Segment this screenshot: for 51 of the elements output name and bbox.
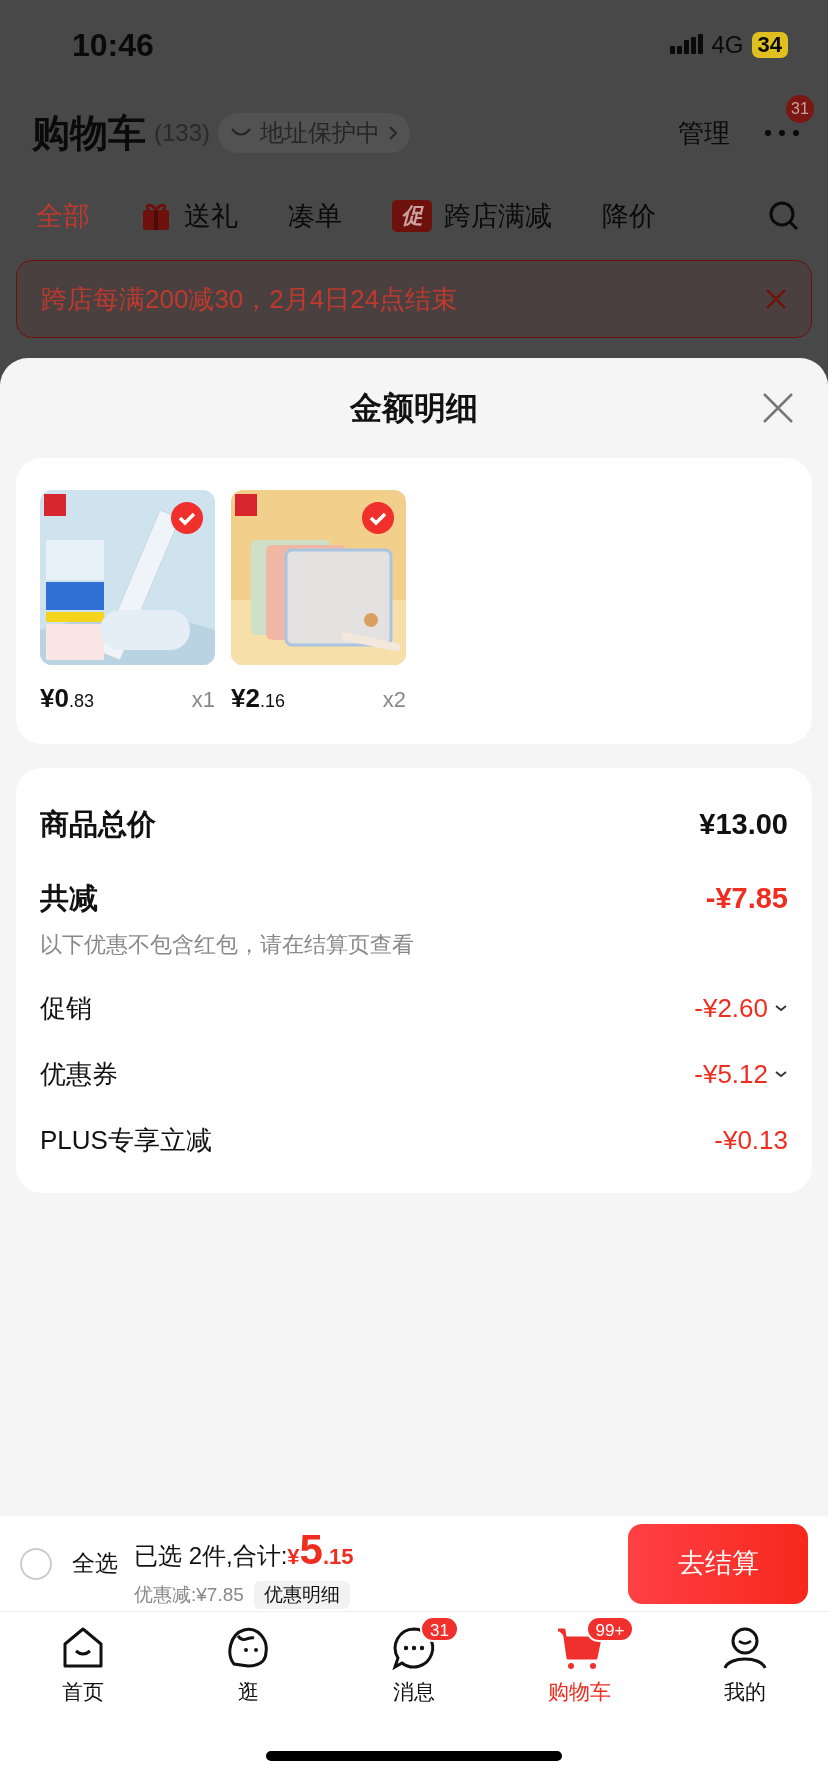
select-all-label: 全选 <box>72 1549 118 1579</box>
item-quantity: x1 <box>191 686 215 714</box>
summary-value: -¥0.13 <box>714 1123 788 1157</box>
discount-detail-button[interactable]: 优惠明细 <box>253 1581 350 1609</box>
notification-badge: 31 <box>786 95 814 123</box>
select-all-checkbox[interactable] <box>20 1547 52 1580</box>
more-icon[interactable] <box>764 129 800 137</box>
summary-value: -¥2.60 <box>694 991 768 1025</box>
promo-tag: 促 <box>392 200 432 232</box>
filter-tab[interactable]: 促 跨店满减 <box>392 195 552 237</box>
filter-tab[interactable]: 送礼 <box>140 195 238 237</box>
summary-label: 商品总价 <box>40 807 156 843</box>
summary-label: 共减 <box>40 881 98 917</box>
manage-button[interactable]: 管理 <box>678 113 730 153</box>
network-label: 4G <box>711 30 744 60</box>
count-badge: 99+ <box>585 1616 635 1642</box>
item-quantity: x2 <box>382 686 406 714</box>
chevron-down-icon[interactable] <box>774 1004 788 1012</box>
summary-value: -¥7.85 <box>705 881 788 917</box>
close-icon[interactable] <box>762 392 794 424</box>
summary-label: 优惠券 <box>40 1057 118 1091</box>
nav-tab[interactable]: 31 消息 <box>331 1612 497 1720</box>
total-price: ¥5.15 <box>287 1524 354 1575</box>
status-time: 10:46 <box>72 26 154 65</box>
battery-indicator: 34 <box>751 32 788 58</box>
item-price: ¥2.16 <box>231 682 285 715</box>
summary-value: ¥13.00 <box>699 807 788 843</box>
sheet-title: 金额明细 <box>350 389 478 428</box>
search-icon[interactable] <box>768 200 800 232</box>
discount-note: 以下优惠不包含红包，请在结算页查看 <box>40 931 415 959</box>
signal-icon <box>669 34 704 56</box>
summary-label: PLUS专享立减 <box>40 1123 212 1157</box>
page-title: 购物车 <box>32 110 146 156</box>
item-price: ¥0.83 <box>40 682 94 715</box>
checkout-button[interactable]: 去结算 <box>628 1523 808 1604</box>
filter-tab[interactable]: 凑单 <box>288 195 342 237</box>
nav-tab[interactable]: 99+ 购物车 <box>496 1612 663 1720</box>
chevron-right-icon <box>388 125 399 141</box>
selected-summary: 已选 2件,合计: <box>134 1540 288 1571</box>
filter-tab[interactable]: 降价 <box>602 195 656 237</box>
chevron-down-icon[interactable] <box>774 1070 788 1078</box>
saving-text: 优惠减:¥7.85 <box>134 1582 244 1607</box>
item-checkbox[interactable] <box>362 502 394 534</box>
item-checkbox[interactable] <box>171 502 203 534</box>
nav-tab[interactable]: 逛 <box>165 1612 332 1720</box>
summary-value: -¥5.12 <box>694 1057 768 1091</box>
summary-label: 促销 <box>40 991 92 1025</box>
nav-tab[interactable]: 我的 <box>662 1612 828 1720</box>
promo-text: 跨店每满200减30，2月4日24点结束 <box>41 282 458 316</box>
count-badge: 31 <box>420 1616 459 1642</box>
nav-tab[interactable]: 首页 <box>0 1612 166 1720</box>
